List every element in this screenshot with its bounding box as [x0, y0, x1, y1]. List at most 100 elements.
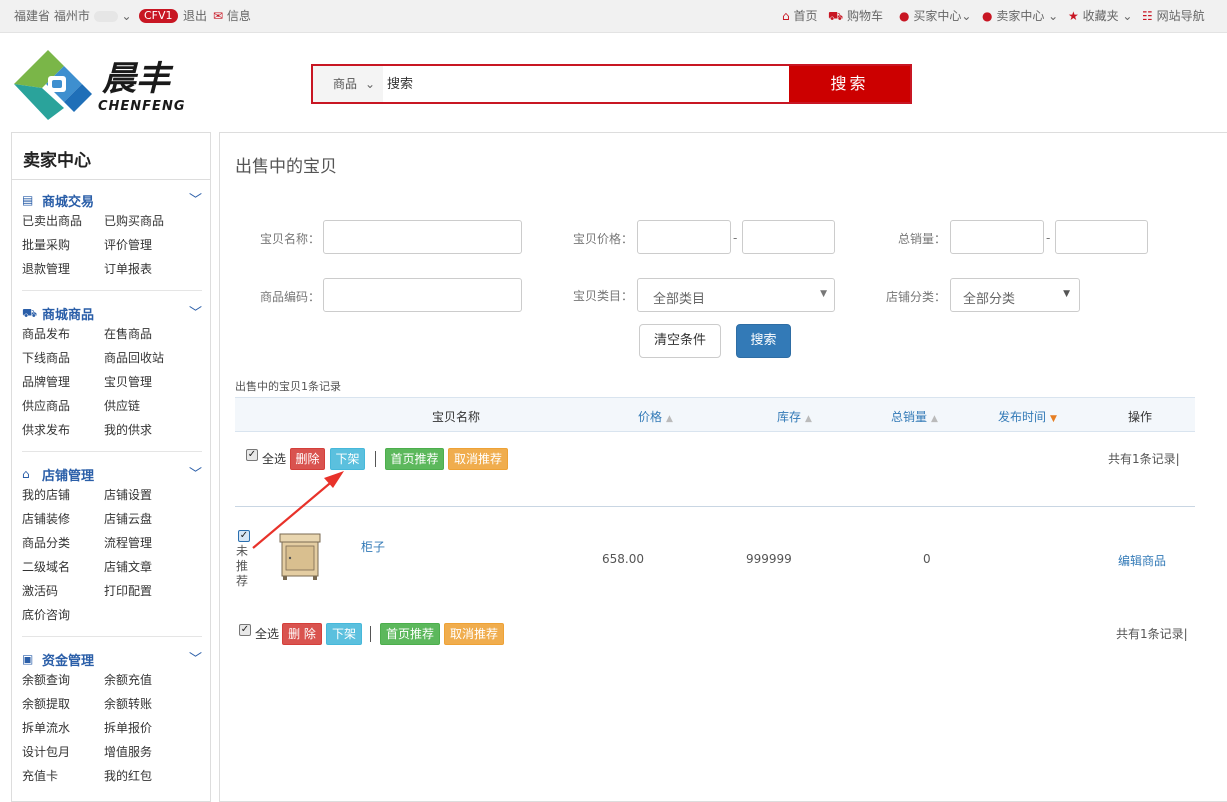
item-name-input[interactable] — [323, 220, 522, 254]
sidebar-item[interactable]: 商品回收站 — [104, 346, 186, 370]
sidebar-item[interactable]: 宝贝管理 — [104, 370, 186, 394]
cart-link[interactable]: ⛟ 购物车 — [828, 9, 883, 23]
caret-down-icon: ▼ — [1063, 289, 1070, 299]
search-category-select[interactable]: 商品 ⌄ — [313, 66, 383, 102]
group-title: 商城商品 — [42, 308, 95, 323]
price-max-input[interactable] — [742, 220, 835, 254]
chevron-down-icon: ﹀ — [188, 467, 202, 482]
sidebar-item[interactable]: 余额充值 — [104, 668, 186, 692]
seller-center-menu[interactable]: ● 卖家中心 ⌄ — [982, 9, 1058, 23]
group-header[interactable]: ⌂ 店铺管理 ﹀ — [22, 463, 202, 484]
sidebar-item[interactable]: 品牌管理 — [22, 370, 104, 394]
sidebar-item[interactable]: 我的店铺 — [22, 483, 104, 507]
sales-min-input[interactable] — [950, 220, 1044, 254]
location-selector[interactable]: 福建省 福州市 ⌄ — [14, 9, 132, 23]
recommend-button[interactable]: 首页推荐 — [380, 623, 440, 645]
cancel-recommend-button[interactable]: 取消推荐 — [444, 623, 504, 645]
category-select[interactable]: 全部类目 ▼ — [637, 278, 835, 312]
sidebar-item[interactable]: 店铺文章 — [104, 555, 186, 579]
home-icon: ⌂ — [22, 467, 30, 481]
sidebar-item[interactable]: 商品分类 — [22, 531, 104, 555]
col-time-sort[interactable]: 发布时间 ▼ — [998, 408, 1057, 425]
sidebar-item[interactable]: 余额转账 — [104, 692, 186, 716]
chenfeng-logo[interactable]: 晨丰 CHENFENG — [12, 46, 212, 122]
sidebar-item[interactable]: 下线商品 — [22, 346, 104, 370]
favorites-menu[interactable]: ★ 收藏夹 ⌄ — [1068, 9, 1132, 23]
item-code-input[interactable] — [323, 278, 522, 312]
sidebar-item[interactable]: 打印配置 — [104, 579, 186, 603]
sidebar-item[interactable]: 二级域名 — [22, 555, 104, 579]
offline-button[interactable]: 下架 — [326, 623, 362, 645]
sidebar-item[interactable]: 供应商品 — [22, 394, 104, 418]
sidebar-item[interactable]: 我的供求 — [104, 418, 186, 442]
bulk-toolbar-bottom: ✓ 全选 删 除 下架 首页推荐 取消推荐 共有1条记录| — [235, 623, 1195, 647]
sidebar-item[interactable]: 流程管理 — [104, 531, 186, 555]
sidebar-item[interactable]: 我的红包 — [104, 764, 186, 788]
col-price-sort[interactable]: 价格 ▲ — [638, 408, 673, 425]
sidebar-item[interactable]: 评价管理 — [104, 233, 186, 257]
sidebar-item[interactable]: 拆单流水 — [22, 716, 104, 740]
shop-category-select[interactable]: 全部分类 ▼ — [950, 278, 1080, 312]
sidebar-item[interactable]: 商品发布 — [22, 322, 104, 346]
delete-button[interactable]: 删 除 — [282, 623, 322, 645]
price-min-input[interactable] — [637, 220, 731, 254]
chevron-down-icon: ﹀ — [188, 193, 202, 208]
seller-sidebar: 卖家中心 ▤ 商城交易 ﹀ 已卖出商品 已购买商品 批量采购 评价管理 退款管理 订… — [11, 132, 211, 802]
top-bar: 福建省 福州市 ⌄ CFV1 退出 ✉ 信息 ⌂ 首页 ⛟ 购物车 ● 买家中心… — [0, 0, 1227, 33]
recommend-button[interactable]: 首页推荐 — [385, 448, 444, 470]
sidebar-item[interactable]: 店铺装修 — [22, 507, 104, 531]
sidebar-item[interactable]: 店铺云盘 — [104, 507, 186, 531]
seller-label: 卖家中心 — [996, 9, 1045, 23]
message-link[interactable]: ✉ 信息 — [213, 9, 251, 23]
filter-search-button[interactable]: 搜索 — [736, 324, 791, 358]
sidebar-item[interactable]: 设计包月 — [22, 740, 104, 764]
product-name-link[interactable]: 柜子 — [361, 538, 385, 555]
sales-max-input[interactable] — [1055, 220, 1148, 254]
edit-product-link[interactable]: 编辑商品 — [1118, 552, 1166, 569]
sidebar-item[interactable]: 增值服务 — [104, 740, 186, 764]
sidebar-item[interactable]: 在售商品 — [104, 322, 186, 346]
product-stock: 999999 — [746, 552, 792, 566]
sidebar-item[interactable]: 拆单报价 — [104, 716, 186, 740]
cancel-recommend-button[interactable]: 取消推荐 — [448, 448, 508, 470]
sidebar-item[interactable]: 供应链 — [104, 394, 186, 418]
delete-button[interactable]: 删除 — [290, 448, 325, 470]
sidebar-item[interactable]: 退款管理 — [22, 257, 104, 281]
col-stock-sort[interactable]: 库存 ▲ — [777, 408, 812, 425]
search-input[interactable] — [387, 66, 787, 102]
col-name: 宝贝名称 — [432, 410, 481, 424]
sidebar-title: 卖家中心 — [12, 133, 210, 180]
select-all-checkbox[interactable]: ✓ — [246, 449, 258, 461]
sidebar-item[interactable]: 已卖出商品 — [22, 209, 104, 233]
group-header[interactable]: ▣ 资金管理 ﹀ — [22, 648, 202, 669]
group-header[interactable]: ⛟ 商城商品 ﹀ — [22, 302, 202, 323]
message-label: 信息 — [226, 9, 251, 23]
sidebar-item[interactable]: 余额提取 — [22, 692, 104, 716]
filter-name-label: 宝贝名称： — [259, 232, 320, 246]
product-thumbnail[interactable] — [274, 530, 326, 582]
offline-button[interactable]: 下架 — [330, 448, 365, 470]
sidebar-item[interactable]: 供求发布 — [22, 418, 104, 442]
sidebar-item[interactable]: 已购买商品 — [104, 209, 186, 233]
buyer-center-menu[interactable]: ● 买家中心⌄ — [899, 9, 971, 23]
clear-filters-button[interactable]: 清空条件 — [639, 324, 721, 358]
location-blur — [93, 11, 118, 22]
sidebar-item[interactable]: 店铺设置 — [104, 483, 186, 507]
logout-link[interactable]: 退出 — [183, 9, 207, 23]
search-button[interactable]: 搜索 — [789, 66, 910, 102]
col-op: 操作 — [1128, 410, 1153, 424]
sidebar-item[interactable]: 余额查询 — [22, 668, 104, 692]
sidebar-item[interactable]: 充值卡 — [22, 764, 104, 788]
toolbar-divider — [375, 451, 376, 467]
divider — [22, 290, 202, 291]
group-header[interactable]: ▤ 商城交易 ﹀ — [22, 189, 202, 210]
col-sales-sort[interactable]: 总销量 ▲ — [891, 408, 938, 425]
row-checkbox[interactable]: ✓ — [238, 530, 250, 542]
home-link[interactable]: ⌂ 首页 — [782, 9, 817, 23]
sidebar-item[interactable]: 批量采购 — [22, 233, 104, 257]
sidebar-item[interactable]: 订单报表 — [104, 257, 186, 281]
select-all-checkbox[interactable]: ✓ — [239, 624, 251, 636]
sidebar-item[interactable]: 激活码 — [22, 579, 104, 603]
site-nav-link[interactable]: ☷ 网站导航 — [1142, 9, 1205, 23]
sidebar-item[interactable]: 底价咨询 — [22, 603, 104, 627]
